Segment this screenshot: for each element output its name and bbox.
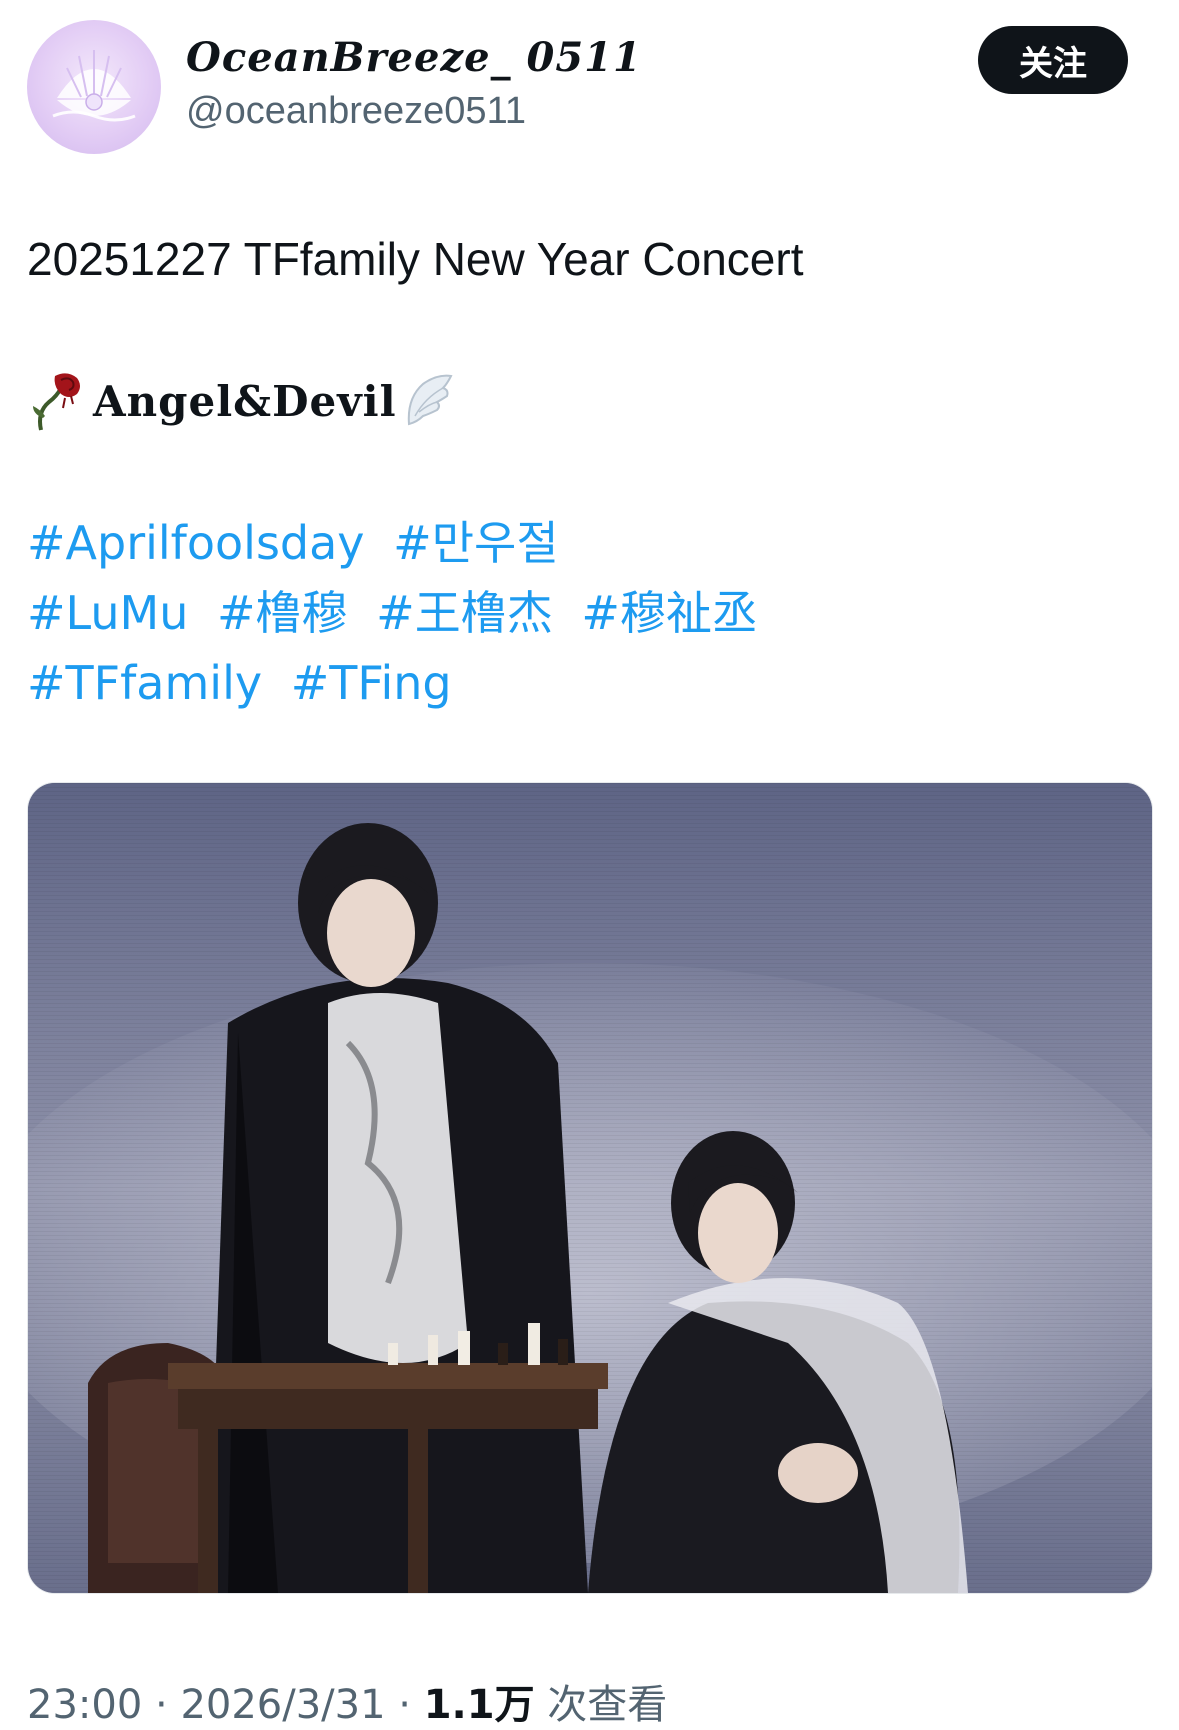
hashtag-link[interactable]: #TFfamily: [27, 656, 262, 710]
hashtag-link[interactable]: #王橹杰: [376, 586, 553, 640]
meta-separator: ·: [398, 1682, 411, 1728]
handle[interactable]: @oceanbreeze0511: [186, 90, 526, 133]
hashtag-link[interactable]: #TFing: [291, 656, 452, 710]
tweet-title: 20251227 TFfamily New Year Concert: [27, 233, 804, 285]
tweet-header: OceanBreeze_ 0511 @oceanbreeze0511 关注: [0, 0, 1179, 170]
hashtag-link[interactable]: #橹穆: [217, 586, 348, 640]
hashtag-link[interactable]: #Aprilfoolsday: [27, 516, 365, 570]
meta-separator: ·: [155, 1682, 168, 1728]
wilted-rose-icon: [27, 368, 89, 434]
tweet-subtitle: Angel&Devil: [27, 368, 455, 434]
hashtag-link[interactable]: #穆祉丞: [581, 586, 758, 640]
follow-button[interactable]: 关注: [978, 26, 1128, 94]
avatar[interactable]: [27, 20, 161, 154]
views-label: 次查看: [547, 1682, 668, 1728]
tweet-date[interactable]: 2026/3/31: [180, 1682, 385, 1728]
hashtag-link[interactable]: #만우절: [393, 516, 559, 570]
tweet-meta: 23:00 · 2026/3/31 · 1.1万 次查看: [27, 1672, 667, 1730]
tweet-time[interactable]: 23:00: [27, 1682, 142, 1728]
hashtag-row: #LuMu #橹穆 #王橹杰 #穆祉丞: [27, 578, 1147, 648]
subtitle-text: Angel&Devil: [93, 376, 397, 426]
tweet-photo[interactable]: [27, 782, 1153, 1594]
display-name[interactable]: OceanBreeze_ 0511: [186, 34, 642, 81]
tweet-text: 20251227 TFfamily New Year Concert: [27, 228, 1147, 290]
views-count: 1.1万: [423, 1682, 535, 1728]
hashtag-block: #Aprilfoolsday #만우절 #LuMu #橹穆 #王橹杰 #穆祉丞 …: [27, 508, 1147, 718]
hashtag-row: #TFfamily #TFing: [27, 648, 1147, 718]
hashtag-row: #Aprilfoolsday #만우절: [27, 508, 1147, 578]
wing-icon: [403, 368, 455, 434]
hashtag-link[interactable]: #LuMu: [27, 586, 188, 640]
pearl-shell-icon: [52, 50, 136, 122]
